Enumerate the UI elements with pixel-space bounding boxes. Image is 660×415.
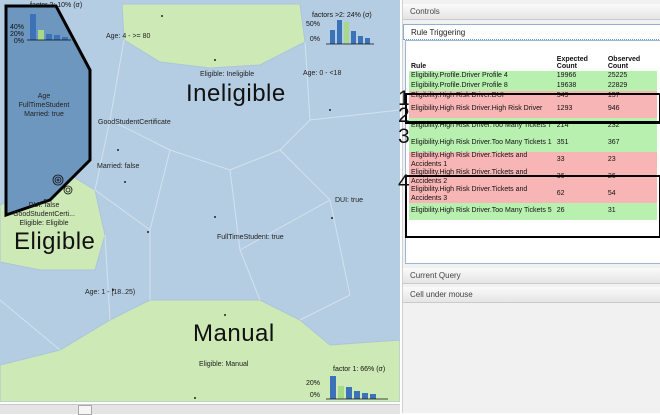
label-goodstudent-trunc: GoodStudentCerti... bbox=[13, 211, 75, 218]
label-age-gte80: Age: 4 - >= 80 bbox=[106, 33, 151, 40]
annotation-number: 2 bbox=[398, 104, 410, 127]
inset-factors-gt2-bars bbox=[326, 20, 374, 45]
annotation-box-4 bbox=[405, 175, 660, 238]
expected-cell: 33 bbox=[554, 152, 606, 169]
inset-factor1-tick: 0% bbox=[309, 392, 320, 399]
inset-factor2-bars bbox=[27, 14, 71, 41]
section-header-cell-under-mouse[interactable]: Cell under mouse bbox=[403, 287, 660, 303]
region-label-manual: Manual bbox=[193, 320, 275, 347]
label-married-false: Married: false bbox=[97, 163, 140, 170]
table-row[interactable]: Eligibility.Profile.Driver Profile 8 196… bbox=[409, 81, 657, 91]
rule-cell: Eligibility.High Risk Driver.Too Many Ti… bbox=[409, 135, 555, 152]
inset-factor2-tick: 40% bbox=[9, 24, 24, 31]
region-label-ineligible: Ineligible bbox=[186, 80, 286, 107]
inset-factors-gt2-tick: 50% bbox=[305, 21, 320, 28]
inset-factor2-tick: 20% bbox=[9, 31, 24, 38]
column-header-rule[interactable]: Rule bbox=[409, 49, 555, 71]
inset-factor2-title: factor 2: 10% (σ) bbox=[30, 2, 83, 9]
label-good-student: GoodStudentCertificate bbox=[98, 119, 171, 126]
voronoi-treemap[interactable]: Ineligible Eligible Manual Age: 4 - >= 8… bbox=[0, 0, 400, 402]
observed-cell: 23 bbox=[605, 152, 657, 169]
label-eligible-ineligible: Eligible: Ineligible bbox=[200, 71, 255, 78]
side-panel: Controls Rule Triggering Rule Expected C… bbox=[398, 0, 660, 413]
column-header-observed[interactable]: Observed Count bbox=[606, 49, 657, 71]
observed-cell: 22829 bbox=[605, 81, 657, 91]
scrollbar-thumb[interactable] bbox=[78, 405, 92, 415]
annotation-number: 4 bbox=[398, 171, 410, 194]
section-header-rule-triggering[interactable]: Rule Triggering bbox=[403, 24, 660, 40]
label-cluster-fulltime: FullTimeStudent bbox=[18, 102, 70, 109]
label-eligible-eligible: Eligible: Eligible bbox=[19, 220, 69, 227]
rule-cell: Eligibility.High Risk Driver.Tickets and… bbox=[409, 152, 555, 169]
annotation-divider bbox=[405, 123, 660, 124]
inset-factor2-tick: 0% bbox=[13, 38, 24, 45]
expected-cell: 351 bbox=[554, 135, 606, 152]
observed-cell: 25225 bbox=[605, 71, 657, 81]
expected-cell: 19638 bbox=[554, 81, 606, 91]
inset-factor1-title: factor 1: 66% (σ) bbox=[333, 366, 386, 373]
label-dui-false: DUI: false bbox=[28, 202, 60, 209]
label-age-18-25: Age: 1 - [18..25) bbox=[85, 289, 136, 296]
annotation-number: 3 bbox=[398, 125, 410, 148]
inset-factor1-bars bbox=[326, 376, 388, 400]
label-dui-true: DUI: true bbox=[335, 197, 364, 204]
inset-factors-gt2-tick: 0% bbox=[309, 36, 320, 43]
rule-cell: Eligibility.Profile.Driver Profile 4 bbox=[409, 71, 555, 81]
table-row[interactable]: Eligibility.High Risk Driver.Tickets and… bbox=[409, 152, 657, 169]
label-cluster-age: Age bbox=[37, 93, 51, 100]
annotation-box-1-2 bbox=[405, 93, 660, 123]
section-header-controls[interactable]: Controls bbox=[403, 4, 660, 20]
label-cluster-married: Married: true bbox=[24, 111, 64, 118]
column-header-expected[interactable]: Expected Count bbox=[555, 49, 606, 71]
label-eligible-manual: Eligible: Manual bbox=[199, 361, 249, 368]
rule-cell: Eligibility.Profile.Driver Profile 8 bbox=[409, 81, 555, 91]
observed-cell: 367 bbox=[605, 135, 657, 152]
expected-cell: 19966 bbox=[554, 71, 606, 81]
region-label-eligible: Eligible bbox=[14, 228, 96, 255]
section-header-current-query[interactable]: Current Query bbox=[403, 268, 660, 284]
inset-factor1-tick: 20% bbox=[305, 380, 320, 387]
table-row[interactable]: Eligibility.High Risk Driver.Too Many Ti… bbox=[409, 135, 657, 152]
label-fulltime-true: FullTimeStudent: true bbox=[217, 234, 284, 241]
table-row[interactable]: Eligibility.Profile.Driver Profile 4 199… bbox=[409, 71, 657, 81]
label-age-0-18: Age: 0 - <18 bbox=[303, 70, 342, 77]
